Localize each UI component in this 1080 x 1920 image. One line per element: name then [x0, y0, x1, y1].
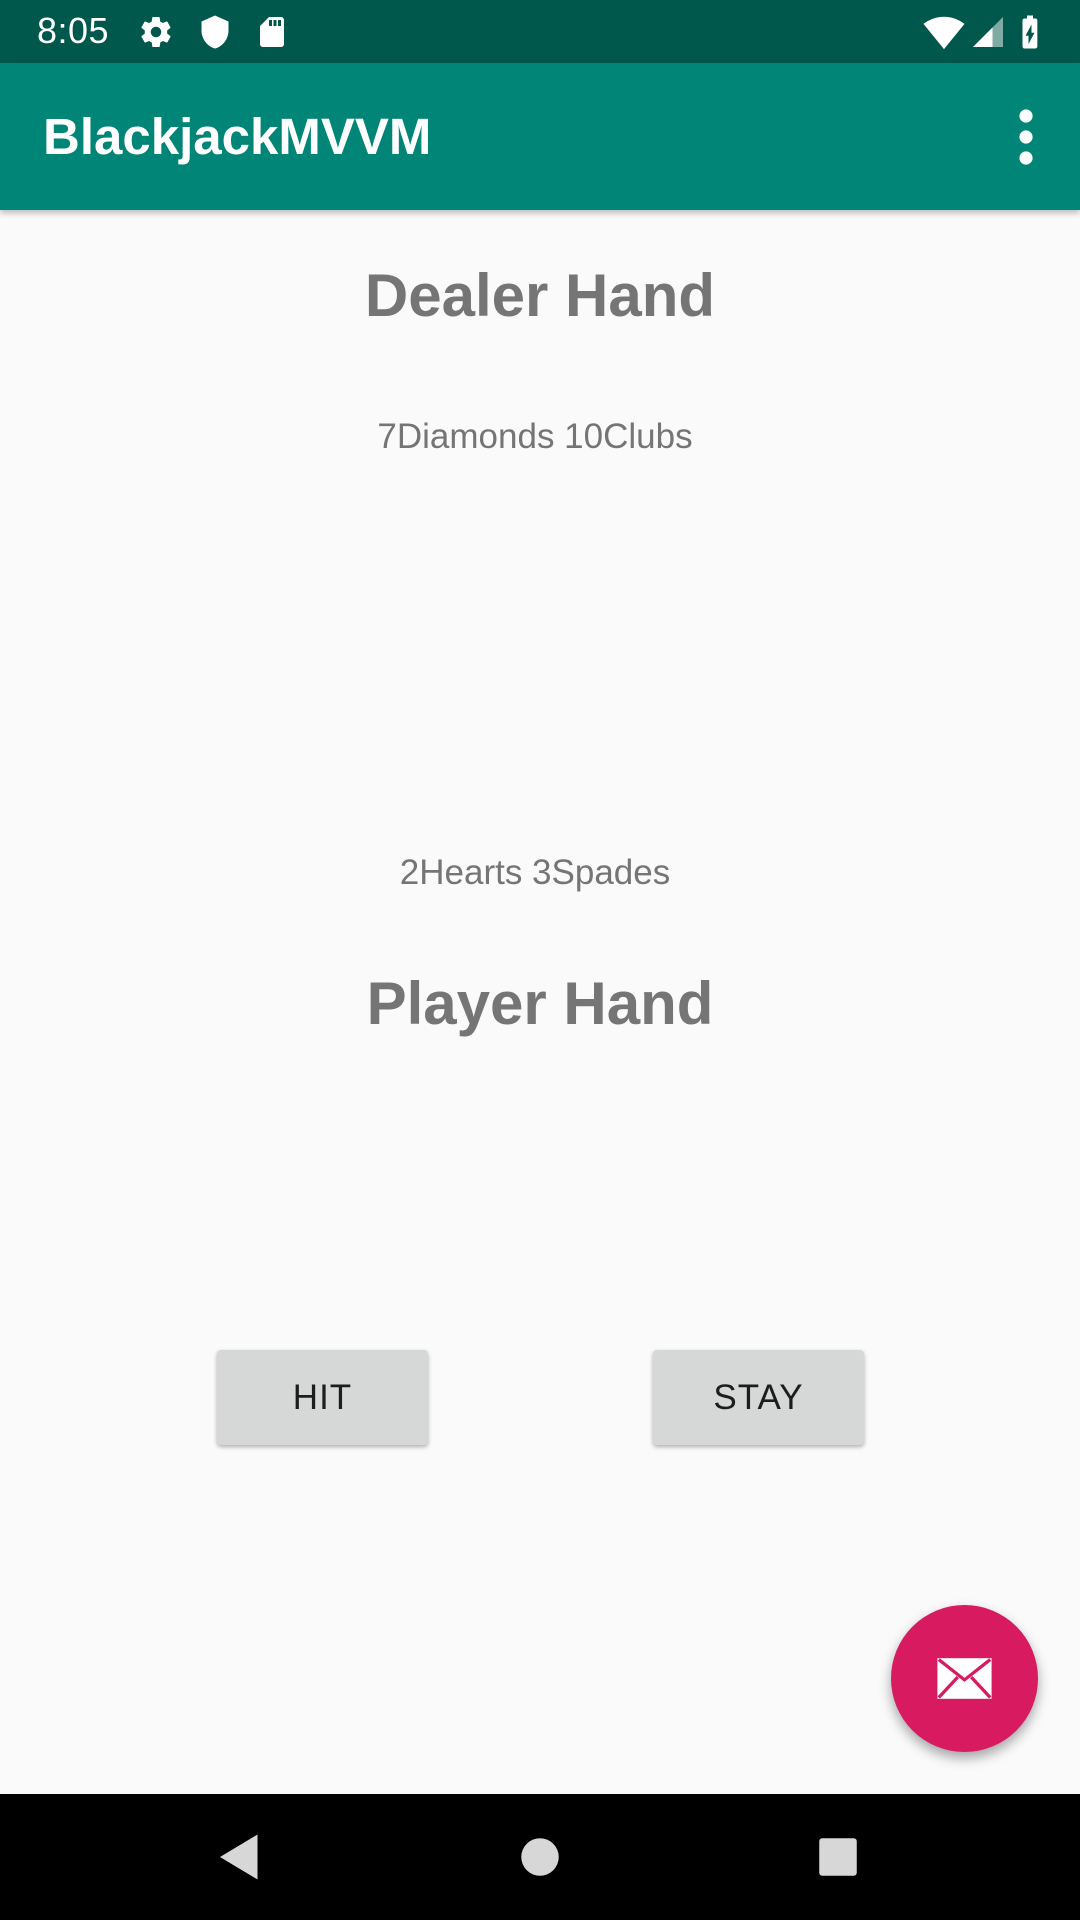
app-title: BlackjackMVVM: [43, 108, 432, 165]
wifi-icon: [923, 16, 965, 50]
email-fab-button[interactable]: [891, 1605, 1038, 1752]
sd-card-icon: [260, 17, 284, 47]
player-hand-title: Player Hand: [366, 970, 714, 1037]
hit-button[interactable]: HIT: [217, 1350, 428, 1445]
cell-signal-icon: [973, 17, 1003, 47]
dealer-hand-title: Dealer Hand: [364, 262, 716, 329]
recents-icon[interactable]: [808, 1827, 868, 1887]
home-icon[interactable]: [510, 1827, 570, 1887]
status-bar: 8:05: [0, 0, 1080, 63]
back-icon[interactable]: [210, 1827, 270, 1887]
more-vert-icon[interactable]: [990, 101, 1062, 173]
navigation-bar: [0, 1794, 1080, 1920]
stay-button[interactable]: STAY: [653, 1350, 864, 1445]
email-icon: [937, 1658, 992, 1699]
player-hand-cards: 2Hearts 3Spades: [399, 853, 671, 892]
dealer-hand-cards: 7Diamonds 10Clubs: [377, 417, 693, 456]
shield-icon: [201, 15, 229, 49]
battery-charging-icon: [1022, 15, 1038, 49]
settings-icon: [141, 17, 171, 48]
app-bar: BlackjackMVVM: [0, 63, 1080, 210]
status-time: 8:05: [37, 10, 110, 51]
